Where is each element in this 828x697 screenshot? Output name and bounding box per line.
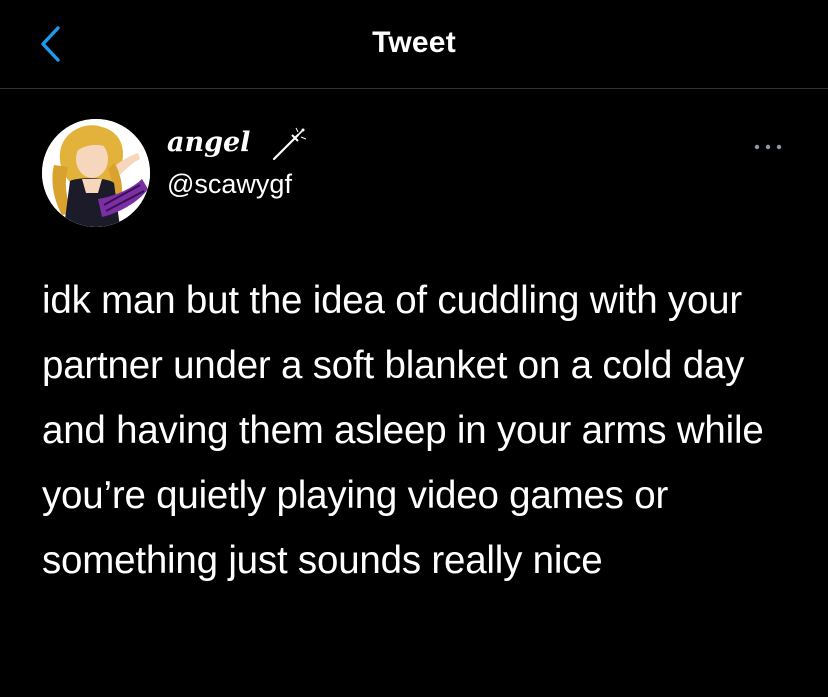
more-dots-icon	[754, 144, 782, 150]
top-bar: Tweet	[0, 0, 828, 89]
display-name[interactable]: angel	[167, 127, 250, 158]
tweet-header: angel @scawygf	[0, 89, 828, 239]
dagger-icon	[272, 127, 307, 161]
avatar[interactable]	[42, 119, 150, 227]
page-title: Tweet	[372, 26, 456, 59]
tweet-text: idk man but the idea of cuddling with yo…	[42, 279, 764, 582]
avatar-image	[42, 119, 150, 227]
more-options-button[interactable]	[748, 135, 788, 159]
user-handle[interactable]: @scawygf	[167, 169, 292, 200]
